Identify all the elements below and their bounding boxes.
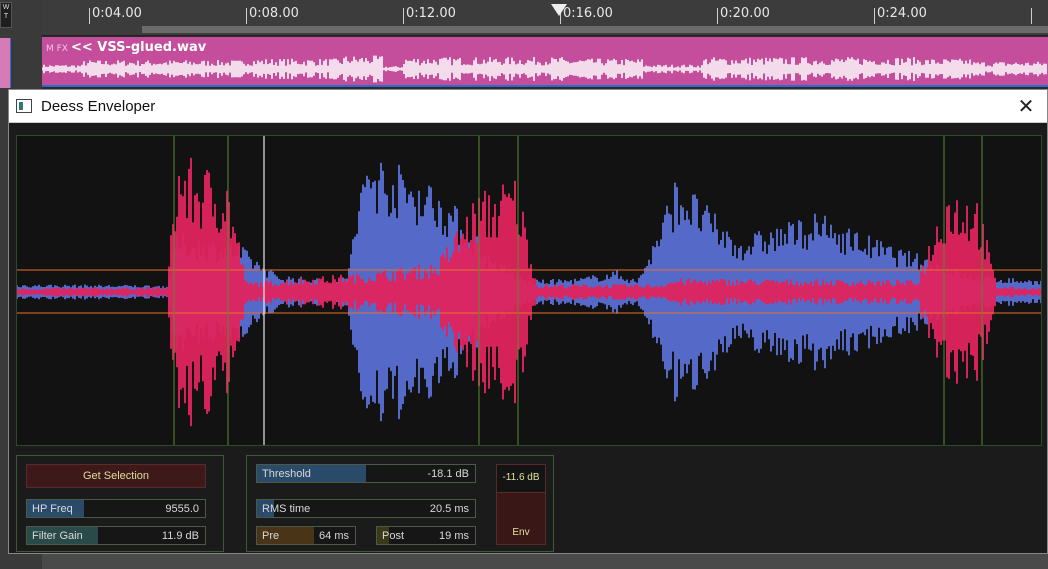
- ruler-tick-label: 0:08.00: [249, 6, 299, 21]
- post-value: 19 ms: [439, 530, 469, 542]
- app-window-icon: [16, 99, 32, 113]
- window-title: Deess Enveloper: [41, 98, 156, 115]
- env-meter: -11.6 dB Env: [496, 464, 546, 545]
- ruler-tick-label: 0:20.00: [720, 6, 770, 21]
- post-label: Post: [382, 530, 405, 542]
- filter-gain-slider[interactable]: Filter Gain 11.9 dB: [26, 526, 206, 545]
- ruler-tick-label: 0:04.00: [92, 6, 142, 21]
- playhead-marker-icon[interactable]: [551, 4, 567, 16]
- ruler-tick-label: 0:24.00: [877, 6, 927, 21]
- pre-value: 64 ms: [319, 530, 349, 542]
- ruler-tick: [874, 8, 875, 24]
- window-titlebar[interactable]: Deess Enveloper ✕: [9, 90, 1047, 123]
- close-button[interactable]: ✕: [1011, 93, 1041, 121]
- daw-screen: W T 0:04.00 0:08.00 0:12.00 0:16.00 0:20…: [0, 0, 1048, 569]
- ruler-tick: [89, 8, 90, 24]
- ruler-tick: [246, 8, 247, 24]
- ruler-tick: [403, 8, 404, 24]
- env-meter-label: Env: [512, 527, 530, 538]
- timeline-ruler[interactable]: 0:04.00 0:08.00 0:12.00 0:16.00 0:20.00 …: [42, 0, 1048, 36]
- rms-time-label: RMS time: [262, 503, 311, 515]
- track-mode-button[interactable]: W T: [0, 2, 12, 28]
- rms-time-value: 20.5 ms: [429, 503, 469, 515]
- deess-enveloper-window: Deess Enveloper ✕ Get Selection HP Freq …: [8, 89, 1048, 554]
- clip-waveform: [42, 55, 1047, 83]
- threshold-label: Threshold: [262, 468, 311, 480]
- hp-freq-slider[interactable]: HP Freq 9555.0: [26, 499, 206, 518]
- loop-region-bar[interactable]: [142, 26, 1048, 33]
- deess-waveform: [17, 136, 1041, 445]
- filter-group: Get Selection HP Freq 9555.0 Filter Gain…: [16, 455, 224, 552]
- pre-label: Pre: [262, 530, 280, 542]
- ruler-tick: [717, 8, 718, 24]
- hp-freq-label: HP Freq: [32, 503, 73, 515]
- filter-gain-value: 11.9 dB: [161, 530, 199, 542]
- ruler-tick: [1031, 8, 1032, 24]
- audio-clip[interactable]: M FX << VSS-glued.wav: [42, 37, 1048, 87]
- pre-slider[interactable]: Pre 64 ms: [256, 526, 356, 545]
- ruler-tick-label: 0:16.00: [563, 6, 613, 21]
- get-selection-button[interactable]: Get Selection: [26, 464, 206, 488]
- threshold-value: -18.1 dB: [427, 468, 469, 480]
- ruler-tick-label: 0:12.00: [406, 6, 456, 21]
- envelope-display[interactable]: [16, 135, 1042, 446]
- track-selection-outline: [10, 38, 40, 88]
- hp-freq-value: 9555.0: [165, 503, 199, 515]
- threshold-slider[interactable]: Threshold -18.1 dB: [256, 464, 476, 483]
- track-color-swatch: [0, 38, 10, 88]
- envelope-group: Threshold -18.1 dB RMS time 20.5 ms Pre …: [246, 455, 554, 552]
- env-meter-readout: -11.6 dB: [497, 465, 545, 493]
- track-area-bottom: [42, 553, 1048, 569]
- rms-time-slider[interactable]: RMS time 20.5 ms: [256, 499, 476, 518]
- filter-gain-label: Filter Gain: [32, 530, 83, 542]
- post-slider[interactable]: Post 19 ms: [376, 526, 476, 545]
